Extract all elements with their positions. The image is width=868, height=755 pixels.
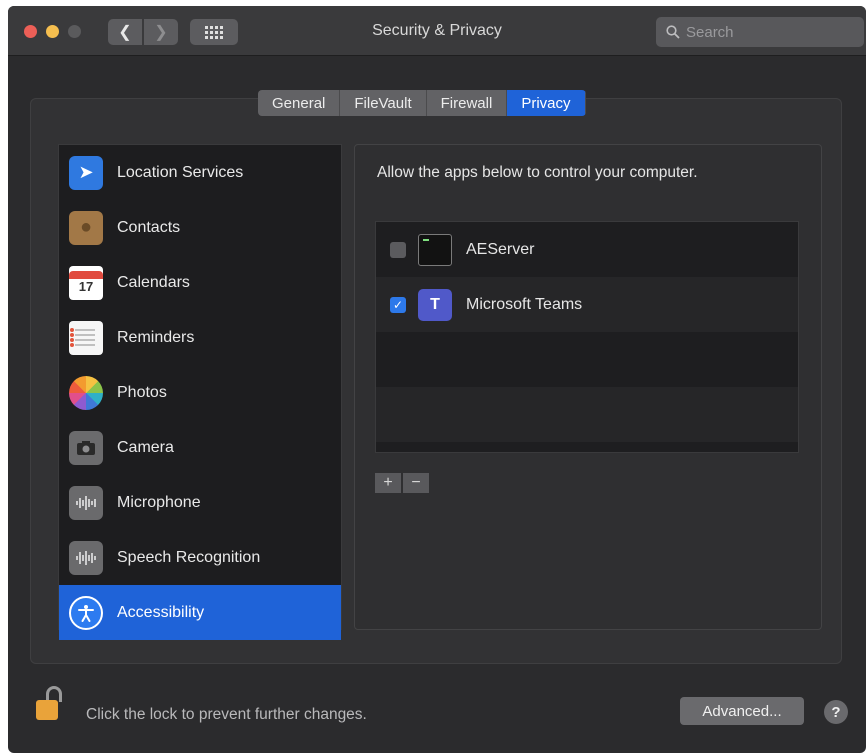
sidebar-item-speech-recognition[interactable]: Speech Recognition xyxy=(59,530,341,585)
camera-icon xyxy=(69,430,103,465)
terminal-app-icon xyxy=(418,233,452,266)
magnifier-icon xyxy=(666,25,680,39)
sidebar-item-label: Microphone xyxy=(117,493,201,511)
calendar-icon-date: 17 xyxy=(78,279,94,294)
sidebar-item-microphone[interactable]: Microphone xyxy=(59,475,341,530)
sidebar-item-camera[interactable]: Camera xyxy=(59,420,341,475)
photos-flower-icon xyxy=(69,375,103,410)
tab-filevault[interactable]: FileVault xyxy=(340,90,427,116)
title-bar: ❮ ❯ Security & Privacy xyxy=(8,6,866,56)
sidebar-item-label: Speech Recognition xyxy=(117,548,261,566)
aeserver-checkbox[interactable] xyxy=(390,241,406,258)
accessibility-detail-panel: Allow the apps below to control your com… xyxy=(354,144,822,630)
remove-app-button[interactable]: − xyxy=(403,473,429,493)
sidebar-item-label: Reminders xyxy=(117,328,195,346)
search-field[interactable] xyxy=(656,17,864,47)
app-list: AEServer ✓ T Microsoft Teams xyxy=(375,221,799,453)
sidebar-item-photos[interactable]: Photos xyxy=(59,365,341,420)
sidebar-item-label: Contacts xyxy=(117,218,181,236)
sidebar-item-calendars[interactable]: 17 Calendars xyxy=(59,255,341,310)
reminders-list-icon xyxy=(69,320,103,355)
accessibility-person-icon xyxy=(69,595,103,630)
unlocked-padlock-icon[interactable] xyxy=(36,686,62,722)
microsoft-teams-checkbox[interactable]: ✓ xyxy=(390,296,406,313)
empty-list-row xyxy=(376,387,798,442)
location-arrow-icon: ➤ xyxy=(69,155,103,190)
checkmark-icon: ✓ xyxy=(392,297,404,312)
tab-firewall[interactable]: Firewall xyxy=(426,90,508,116)
calendar-icon: 17 xyxy=(69,265,103,300)
panel-description: Allow the apps below to control your com… xyxy=(377,164,698,181)
sidebar-item-label: Accessibility xyxy=(117,603,205,621)
help-button[interactable]: ? xyxy=(824,700,848,724)
app-name: AEServer xyxy=(466,240,535,258)
contacts-book-icon: ● xyxy=(69,210,103,245)
list-item-aeserver[interactable]: AEServer xyxy=(376,222,798,277)
sidebar-item-reminders[interactable]: Reminders xyxy=(59,310,341,365)
sidebar-item-contacts[interactable]: ● Contacts xyxy=(59,200,341,255)
microphone-waveform-icon xyxy=(69,485,103,520)
security-privacy-window: ❮ ❯ Security & Privacy General FileVault… xyxy=(8,6,866,753)
sidebar-item-label: Calendars xyxy=(117,273,190,291)
sidebar-item-accessibility[interactable]: Accessibility xyxy=(59,585,341,640)
empty-list-row xyxy=(376,332,798,387)
sidebar-item-label: Camera xyxy=(117,438,174,456)
add-app-button[interactable]: + xyxy=(375,473,401,493)
microsoft-teams-icon: T xyxy=(418,288,452,321)
search-input[interactable] xyxy=(686,23,856,41)
tab-general[interactable]: General xyxy=(258,90,341,116)
tab-bar: General FileVault Firewall Privacy xyxy=(258,90,586,116)
footer-bar: Click the lock to prevent further change… xyxy=(8,672,866,753)
sidebar-item-label: Location Services xyxy=(117,163,244,181)
list-item-microsoft-teams[interactable]: ✓ T Microsoft Teams xyxy=(376,277,798,332)
tab-privacy[interactable]: Privacy xyxy=(507,90,586,116)
sidebar-item-label: Photos xyxy=(117,383,167,401)
app-name: Microsoft Teams xyxy=(466,295,583,313)
speech-waveform-icon xyxy=(69,540,103,575)
privacy-category-list: ➤ Location Services ● Contacts 17 Calend… xyxy=(58,144,342,640)
lock-status-text: Click the lock to prevent further change… xyxy=(86,706,367,723)
add-remove-controls: + − xyxy=(375,473,429,493)
advanced-button[interactable]: Advanced... xyxy=(680,697,804,725)
sidebar-item-location-services[interactable]: ➤ Location Services xyxy=(59,145,341,200)
